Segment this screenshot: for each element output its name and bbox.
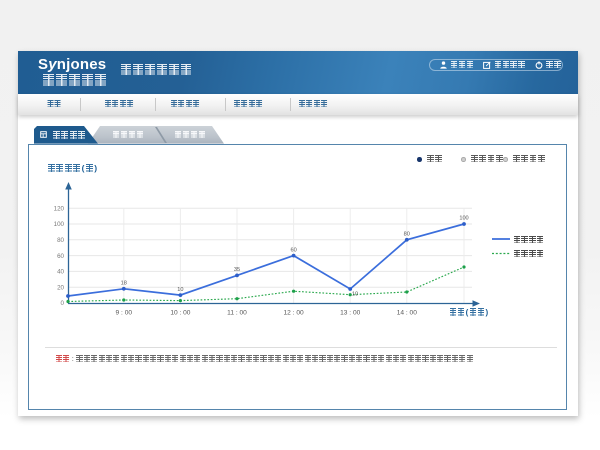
svg-text:60: 60 [290,247,296,253]
svg-text:35: 35 [234,267,240,273]
svg-text:10 : 00: 10 : 00 [170,310,190,317]
svg-text:60: 60 [57,253,64,260]
svg-text:120: 120 [54,205,65,212]
svg-text:100: 100 [459,216,468,222]
svg-text:18: 18 [121,281,127,287]
svg-text:10: 10 [177,287,183,293]
svg-text:14 : 00: 14 : 00 [397,310,417,317]
svg-text:11 : 00: 11 : 00 [227,310,247,317]
svg-text:80: 80 [57,237,64,244]
svg-text:20: 20 [57,284,64,291]
svg-text:0: 0 [61,300,65,307]
svg-text:10: 10 [352,292,358,298]
svg-text:13 : 00: 13 : 00 [340,310,360,317]
svg-text:12 : 00: 12 : 00 [284,310,304,317]
svg-text:9 : 00: 9 : 00 [116,310,133,317]
svg-text:40: 40 [57,269,64,276]
svg-text:100: 100 [54,221,65,228]
svg-text:80: 80 [404,232,410,238]
